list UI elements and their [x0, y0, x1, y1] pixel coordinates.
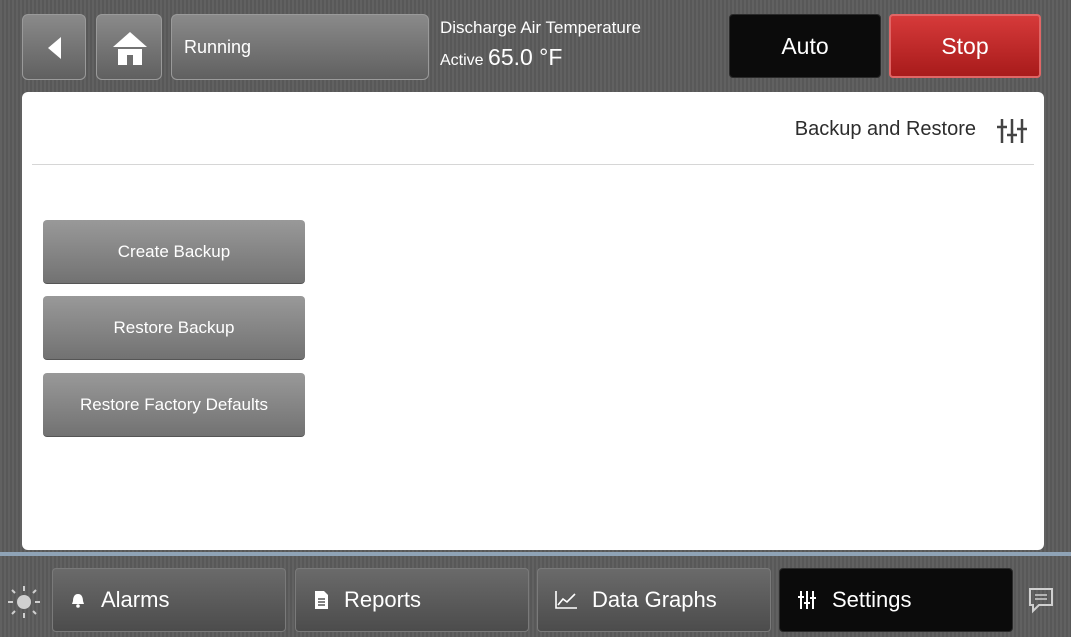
restore-backup-label: Restore Backup	[113, 317, 235, 337]
title-divider	[32, 164, 1034, 165]
sliders-icon	[997, 119, 1027, 143]
create-backup-label: Create Backup	[117, 241, 231, 261]
chat-icon[interactable]	[1027, 586, 1055, 614]
sensor-value: 65.0 °F	[488, 44, 563, 70]
status-text: Running	[184, 36, 252, 57]
create-backup-button[interactable]: Create Backup	[43, 220, 305, 284]
document-icon	[315, 591, 328, 609]
sensor-title: Discharge Air Temperature	[440, 18, 641, 37]
tab-alarms[interactable]: Alarms	[52, 568, 286, 632]
sliders-icon	[798, 591, 816, 609]
auto-button[interactable]: Auto	[729, 14, 881, 78]
restore-factory-defaults-button[interactable]: Restore Factory Defaults	[43, 373, 305, 437]
auto-button-label: Auto	[781, 32, 829, 59]
sensor-readout: Discharge Air Temperature Active 65.0 °F	[440, 14, 725, 80]
header-bar: Running Discharge Air Temperature Active…	[0, 0, 1071, 92]
status-indicator[interactable]: Running	[171, 14, 429, 80]
tab-reports-label: Reports	[344, 587, 422, 612]
tab-settings[interactable]: Settings	[779, 568, 1013, 632]
back-arrow-icon	[48, 37, 61, 59]
chart-icon	[555, 591, 577, 609]
stop-button-label: Stop	[941, 32, 989, 59]
brightness-icon[interactable]	[6, 584, 42, 620]
home-icon	[113, 32, 147, 65]
tab-settings-label: Settings	[832, 587, 912, 612]
restore-backup-button[interactable]: Restore Backup	[43, 296, 305, 360]
tab-data-graphs[interactable]: Data Graphs	[537, 568, 771, 632]
sensor-mode: Active	[440, 52, 484, 69]
back-button[interactable]	[22, 14, 86, 80]
page-title: Backup and Restore	[794, 118, 976, 140]
tab-alarms-label: Alarms	[101, 587, 170, 612]
main-panel: Backup and Restore Create Backup Restore…	[22, 92, 1044, 550]
tab-data-graphs-label: Data Graphs	[592, 587, 717, 612]
restore-factory-defaults-label: Restore Factory Defaults	[79, 394, 268, 414]
tab-reports[interactable]: Reports	[295, 568, 529, 632]
sensor-status-line: Active 65.0 °F	[440, 44, 562, 71]
stop-button[interactable]: Stop	[889, 14, 1041, 78]
home-button[interactable]	[96, 14, 162, 80]
bottom-separator	[0, 552, 1071, 556]
bell-icon	[72, 594, 84, 608]
